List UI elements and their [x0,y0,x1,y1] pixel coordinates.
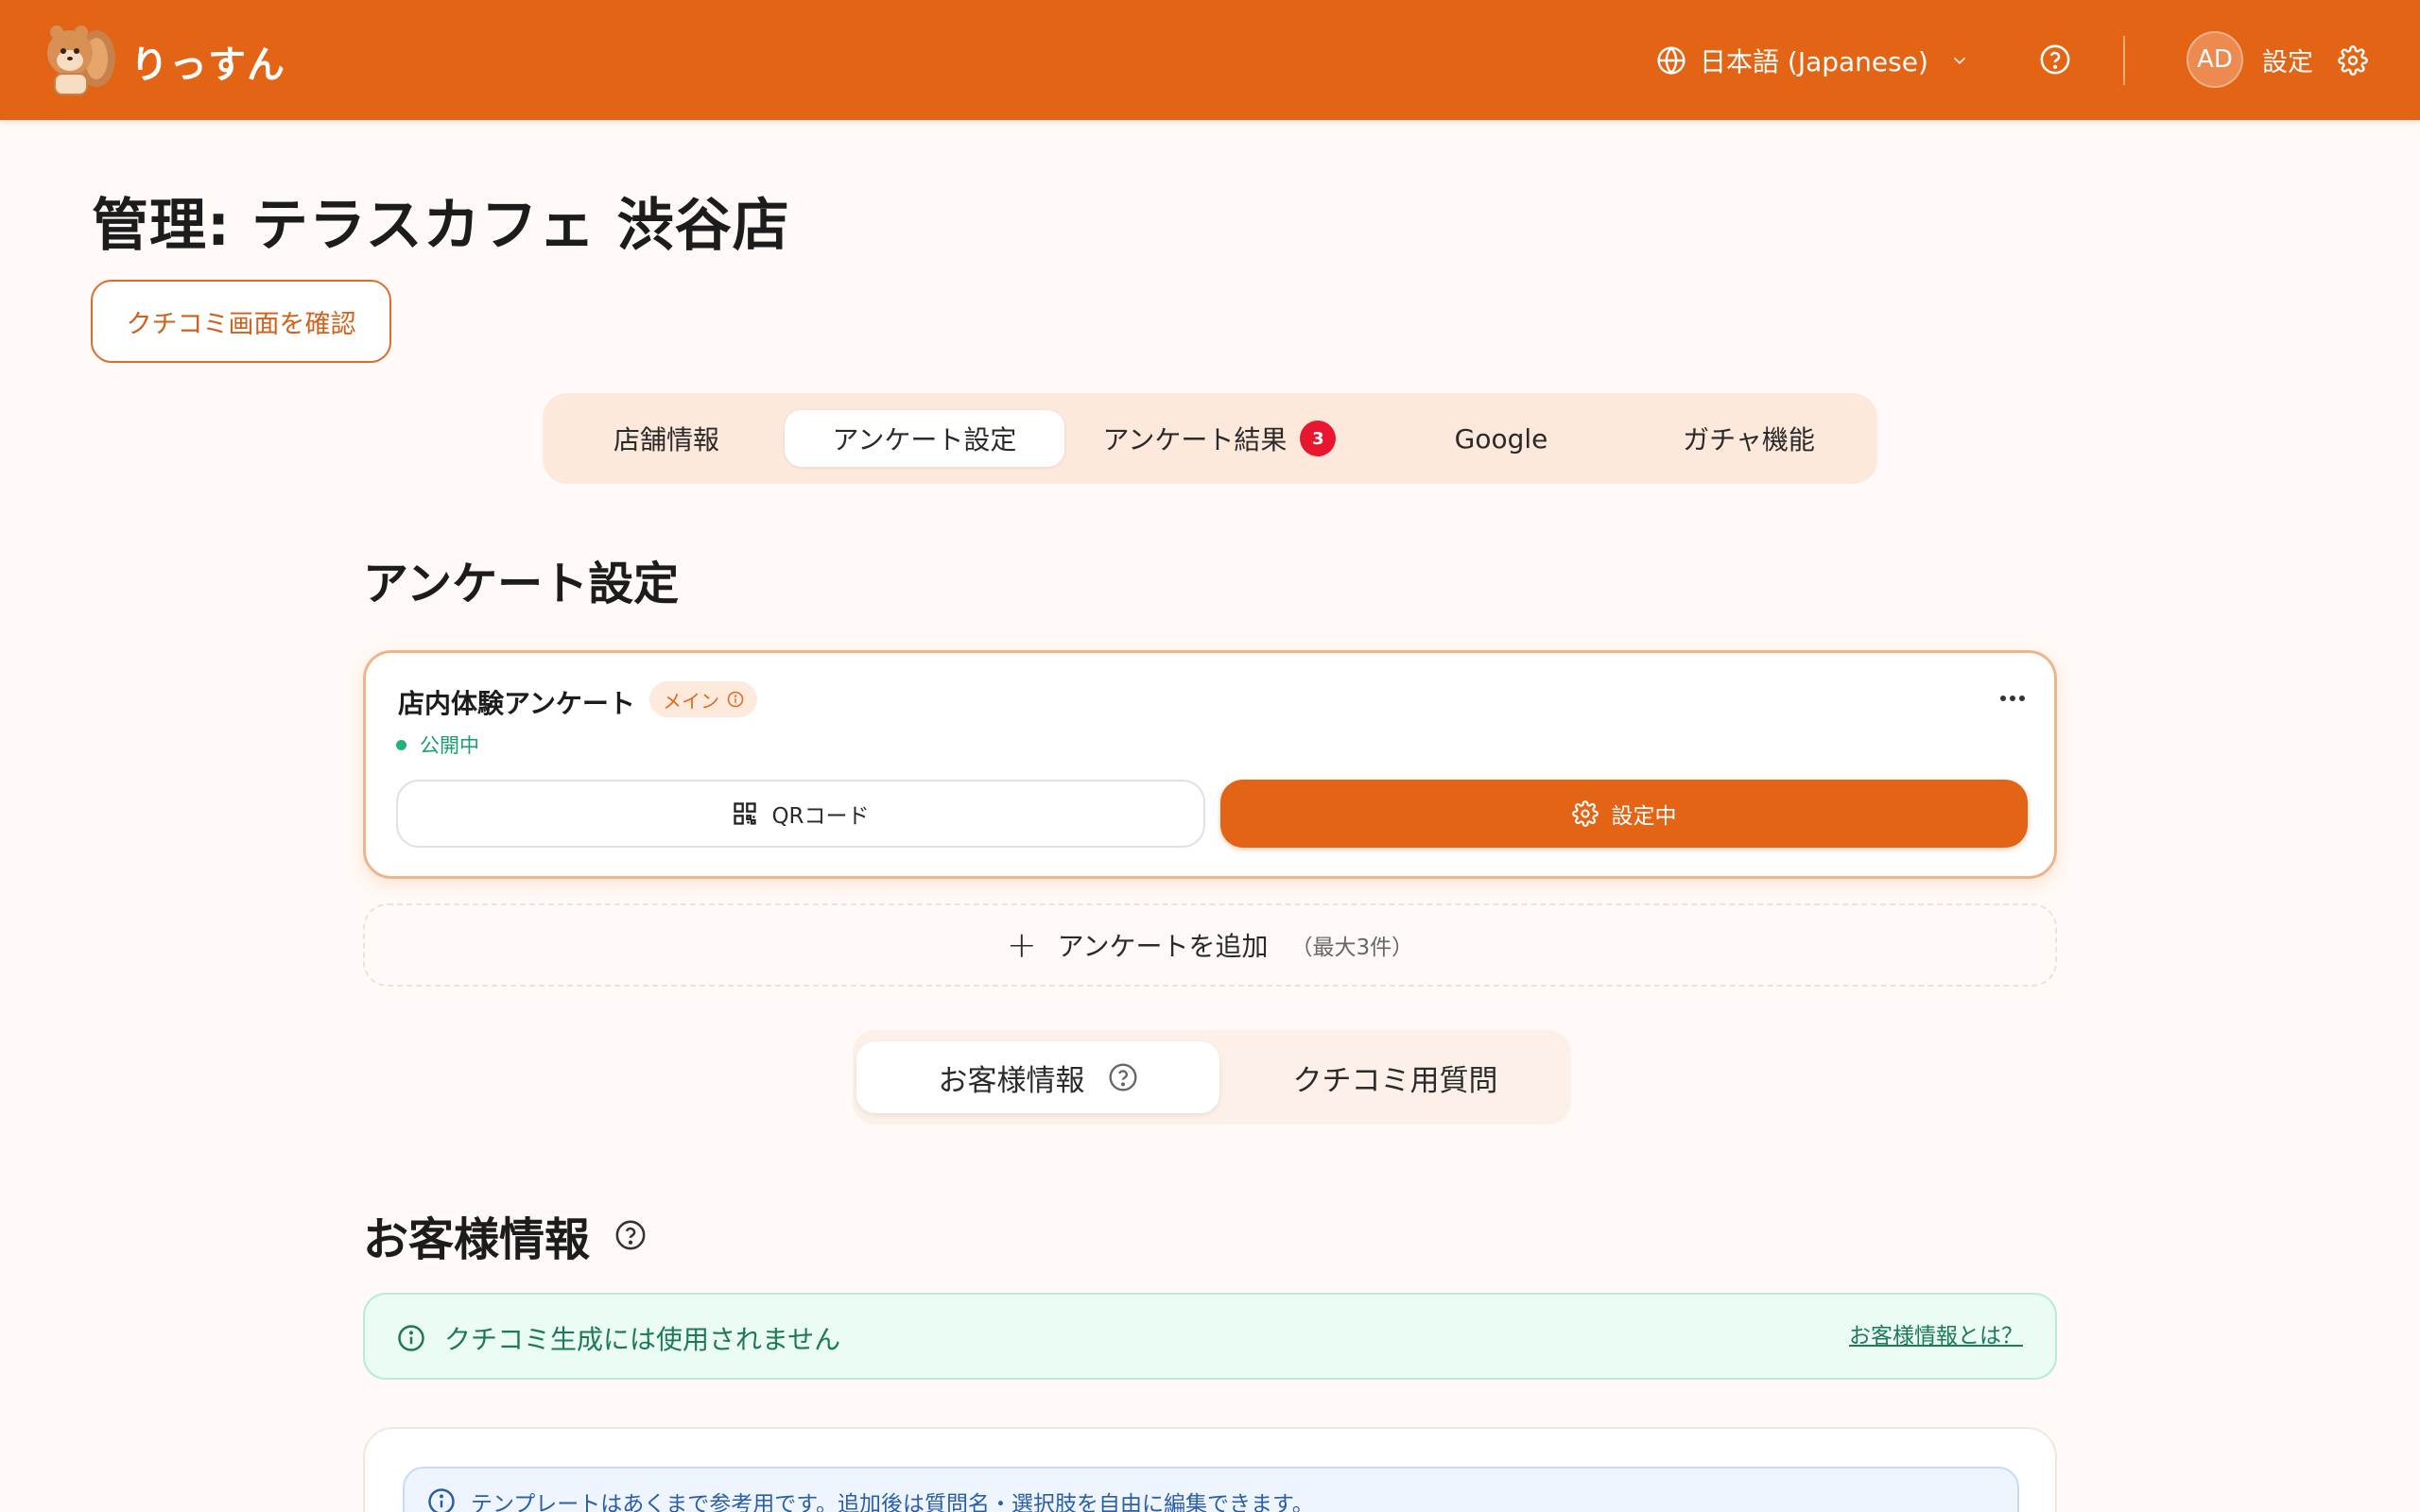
language-selector[interactable]: 日本語 (Japanese) [1656,38,1983,83]
tab-customer-info[interactable]: お客様情報 [856,1041,1219,1113]
publish-status: 公開中 [396,730,479,759]
help-circle-icon[interactable] [1108,1062,1138,1092]
language-label: 日本語 (Japanese) [1700,46,1928,77]
help-circle-icon [2040,44,2070,75]
tab-survey-results[interactable]: アンケート結果 3 [1078,410,1361,467]
configuring-button[interactable]: 設定中 [1220,780,2028,848]
settings-link[interactable]: 設定 [2262,42,2368,78]
brand-logo[interactable] [34,17,119,102]
gear-icon [1571,800,1599,827]
status-dot [396,739,406,750]
add-survey-button[interactable]: + アンケートを追加 （最大3件） [363,903,2057,987]
sub-tab-bar: お客様情報 クチコミ用質問 [853,1030,1571,1125]
tab-store-info[interactable]: 店舗情報 [560,410,773,467]
tab-label: お客様情報 [938,1063,1085,1098]
add-survey-limit: （最大3件） [1290,936,1414,960]
header-divider [2123,36,2125,85]
survey-section-title: アンケート設定 [363,558,680,610]
tab-review-questions[interactable]: クチコミ用質問 [1223,1041,1567,1113]
info-icon [398,1325,424,1351]
top-header: りっすん 日本語 (Japanese) AD 設定 [0,0,2420,120]
setting-button-label: 設定中 [1611,804,1677,829]
user-avatar[interactable]: AD [2187,31,2243,88]
customer-info-notice: クチコミ生成には使用されません お客様情報とは？ [363,1293,2057,1380]
info-icon[interactable] [727,691,744,708]
squirrel-mascot-icon [47,26,115,95]
info-icon [428,1488,455,1512]
tab-google[interactable]: Google [1378,410,1624,467]
customer-info-title-text: お客様情報 [363,1213,591,1266]
more-horizontal-icon [2000,696,2025,701]
status-label: 公開中 [420,734,479,757]
help-circle-icon[interactable] [614,1219,647,1251]
tab-survey-settings[interactable]: アンケート設定 [785,410,1064,467]
plus-icon: + [1006,924,1037,966]
chevron-down-icon [1953,57,1966,65]
globe-icon [1657,45,1685,76]
view-review-page-button[interactable]: クチコミ画面を確認 [91,280,391,363]
qr-code-button[interactable]: QRコード [396,780,1205,848]
template-note: テンプレートはあくまで参考用です。追加後は質問名・選択肢を自由に編集できます。 [403,1467,2019,1512]
what-is-customer-info-link[interactable]: お客様情報とは？ [1849,1317,2023,1349]
tab-label: アンケート設定 [832,424,1017,455]
qr-button-label: QRコード [771,804,870,829]
template-note-text: テンプレートはあくまで参考用です。追加後は質問名・選択肢を自由に編集できます。 [471,1492,1314,1512]
main-survey-tag: メイン [649,681,757,717]
page-title: 管理: テラスカフェ 渋谷店 [92,193,790,259]
help-button[interactable] [2039,43,2071,79]
tab-label: 店舗情報 [613,424,719,455]
tab-label: クチコミ用質問 [1292,1063,1498,1098]
results-count-badge: 3 [1300,421,1337,456]
customer-info-title: お客様情報 [363,1202,647,1268]
more-options-button[interactable] [1992,679,2033,717]
gear-icon [2338,44,2368,76]
settings-label: 設定 [2262,48,2313,77]
add-survey-label: アンケートを追加 [1057,931,1269,962]
tab-label: ガチャ機能 [1683,424,1815,455]
survey-card: 店内体験アンケート メイン 公開中 QRコード 設定中 [363,650,2057,879]
brand-name: りっすん [130,43,285,87]
template-note-message: テンプレートはあくまで参考用です。追加後は質問名・選択肢を自由に編集できます。 [427,1486,1314,1512]
template-card: テンプレートはあくまで参考用です。追加後は質問名・選択肢を自由に編集できます。 [363,1427,2057,1512]
main-tab-bar: 店舗情報 アンケート設定 アンケート結果 3 Google ガチャ機能 [543,393,1877,484]
tag-label: メイン [663,689,719,713]
tab-gacha[interactable]: ガチャ機能 [1635,410,1862,467]
notice-text: クチコミ生成には使用されません [444,1324,841,1355]
tab-label: Google [1454,422,1548,455]
notice-message: クチコミ生成には使用されません [397,1319,840,1357]
survey-name: 店内体験アンケート [398,688,635,719]
tab-label: アンケート結果 [1102,424,1288,455]
qr-code-icon [734,802,757,825]
